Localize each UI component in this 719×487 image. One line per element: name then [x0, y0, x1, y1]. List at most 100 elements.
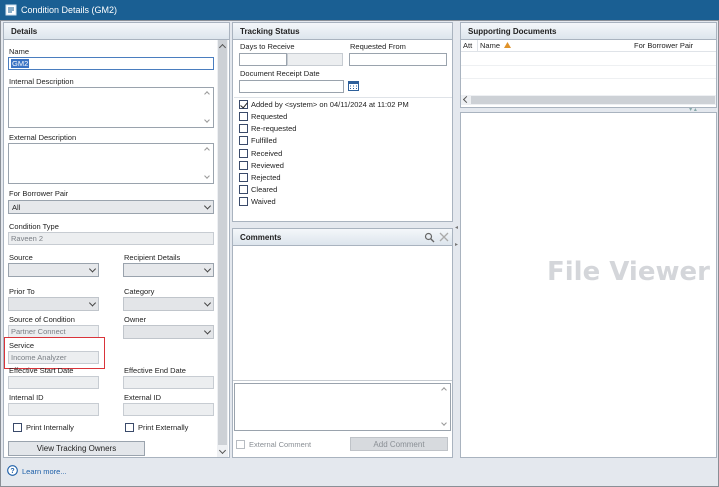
calendar-icon[interactable]: [348, 80, 359, 91]
source-label: Source: [9, 253, 33, 262]
days-to-receive-input[interactable]: [239, 53, 287, 66]
days-to-receive-label: Days to Receive: [240, 42, 295, 51]
requested-from-label: Requested From: [350, 42, 406, 51]
status-received[interactable]: Received: [239, 147, 449, 159]
status-received-label: Received: [251, 148, 283, 158]
view-tracking-owners-button[interactable]: View Tracking Owners: [8, 441, 145, 456]
print-internally-label: Print Internally: [26, 423, 74, 432]
column-name[interactable]: Name: [480, 41, 500, 50]
status-re-requested[interactable]: Re-requested: [239, 122, 449, 134]
external-comment-label: External Comment: [249, 440, 312, 449]
comment-textarea[interactable]: [234, 383, 451, 431]
borrower-pair-select[interactable]: All: [8, 200, 214, 214]
status-added-checkbox[interactable]: [239, 99, 248, 109]
chevron-down-icon: [203, 299, 212, 307]
print-externally-label: Print Externally: [138, 423, 189, 432]
column-for-borrower-pair[interactable]: For Borrower Pair: [634, 41, 693, 50]
category-select[interactable]: [123, 297, 214, 311]
requested-from-input[interactable]: [349, 53, 447, 66]
help-icon[interactable]: ?: [7, 465, 18, 476]
external-description-textarea[interactable]: [8, 143, 214, 184]
details-scrollbar[interactable]: [217, 40, 228, 457]
status-fulfilled[interactable]: Fulfilled: [239, 134, 449, 146]
name-input[interactable]: GM2: [8, 57, 214, 70]
status-fulfilled-checkbox[interactable]: [239, 135, 248, 145]
documents-hscrollbar-thumb[interactable]: [471, 96, 715, 104]
external-id-field: [123, 403, 214, 416]
status-waived[interactable]: Waived: [239, 195, 449, 207]
status-reviewed[interactable]: Reviewed: [239, 159, 449, 171]
documents-row-line: [461, 65, 716, 66]
learn-more-link[interactable]: Learn more...: [22, 467, 67, 476]
internal-id-label: Internal ID: [9, 393, 44, 402]
source-of-condition-label: Source of Condition: [9, 315, 75, 324]
scroll-down-icon[interactable]: [218, 446, 227, 455]
status-waived-checkbox[interactable]: [239, 196, 248, 206]
internal-description-textarea[interactable]: [8, 87, 214, 128]
chevron-down-icon: [203, 327, 212, 335]
status-received-checkbox[interactable]: [239, 148, 248, 158]
documents-hscrollbar[interactable]: [461, 95, 716, 105]
splitter-left-arrow-icon[interactable]: ◂: [455, 224, 458, 234]
status-reviewed-checkbox[interactable]: [239, 160, 248, 170]
title-bar: Condition Details (GM2): [0, 0, 719, 20]
borrower-pair-label: For Borrower Pair: [9, 189, 69, 198]
add-comment-button[interactable]: Add Comment: [350, 437, 448, 451]
recipient-details-label: Recipient Details: [124, 253, 181, 262]
tracking-status-header-label: Tracking Status: [240, 26, 300, 36]
prior-to-label: Prior To: [9, 287, 35, 296]
status-cleared-checkbox[interactable]: [239, 184, 248, 194]
app-icon: [5, 4, 17, 16]
comments-divider: [233, 380, 452, 381]
external-comment-checkbox[interactable]: [236, 440, 245, 449]
details-header-label: Details: [11, 26, 38, 36]
external-description-scrollbar[interactable]: [203, 145, 212, 182]
source-select[interactable]: [8, 263, 99, 277]
status-rejected-checkbox[interactable]: [239, 172, 248, 182]
status-rejected[interactable]: Rejected: [239, 171, 449, 183]
status-cleared[interactable]: Cleared: [239, 183, 449, 195]
comment-textarea-scrollbar[interactable]: [440, 385, 449, 429]
status-requested-checkbox[interactable]: [239, 111, 248, 121]
internal-description-label: Internal Description: [9, 77, 74, 86]
sort-ascending-icon: [504, 42, 511, 48]
recipient-details-select[interactable]: [123, 263, 214, 277]
condition-type-label: Condition Type: [9, 222, 59, 231]
prior-to-select[interactable]: [8, 297, 99, 311]
document-receipt-date-label: Document Receipt Date: [240, 69, 320, 78]
name-value: GM2: [11, 59, 30, 68]
chevron-down-icon: [203, 265, 212, 273]
internal-description-scrollbar[interactable]: [203, 89, 212, 126]
print-externally-checkbox[interactable]: [125, 423, 134, 432]
column-att[interactable]: Att: [463, 41, 472, 50]
tracking-status-header: Tracking Status: [233, 23, 452, 40]
owner-select[interactable]: [123, 325, 214, 339]
documents-row-line: [461, 78, 716, 79]
condition-type-field: Raveen 2: [8, 232, 214, 245]
scroll-left-icon[interactable]: [462, 95, 471, 104]
status-waived-label: Waived: [251, 196, 276, 206]
external-description-label: External Description: [9, 133, 77, 142]
view-tracking-owners-label: View Tracking Owners: [36, 444, 117, 453]
effective-start-date-label: Effective Start Date: [9, 366, 74, 375]
splitter-right-arrow-icon[interactable]: ▸: [455, 241, 458, 251]
search-comment-icon[interactable]: [424, 232, 435, 243]
delete-comment-icon[interactable]: [439, 232, 449, 242]
status-cleared-label: Cleared: [251, 184, 278, 194]
status-requested[interactable]: Requested: [239, 110, 449, 122]
name-label: Name: [9, 47, 30, 56]
details-scrollbar-thumb[interactable]: [218, 40, 227, 445]
status-re-requested-checkbox[interactable]: [239, 123, 248, 133]
service-highlight-box: [4, 337, 105, 369]
chevron-down-icon: [88, 265, 97, 273]
svg-text:?: ?: [10, 468, 14, 475]
chevron-down-icon: [88, 299, 97, 307]
document-receipt-date-input[interactable]: [239, 80, 344, 93]
print-internally-checkbox[interactable]: [13, 423, 22, 432]
owner-label: Owner: [124, 315, 147, 324]
status-requested-label: Requested: [251, 111, 288, 121]
comments-header: Comments: [233, 229, 452, 246]
status-fulfilled-label: Fulfilled: [251, 135, 277, 145]
add-comment-label: Add Comment: [373, 439, 425, 449]
status-added[interactable]: Added by <system> on 04/11/2024 at 11:02…: [239, 98, 449, 110]
